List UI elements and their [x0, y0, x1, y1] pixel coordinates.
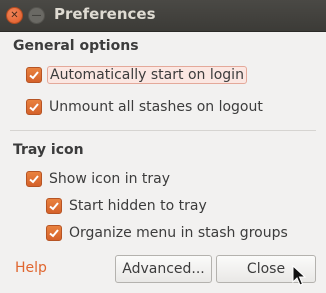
advanced-button[interactable]: Advanced... [115, 255, 212, 283]
organize-menu-checkbox-row[interactable]: Organize menu in stash groups [46, 222, 290, 244]
general-options-heading: General options [13, 38, 139, 54]
start-hidden-checkbox[interactable] [46, 198, 62, 214]
mouse-cursor-icon [292, 265, 306, 286]
auto-start-checkbox-row[interactable]: Automatically start on login [26, 64, 247, 86]
unmount-on-logout-checkbox[interactable] [26, 99, 42, 115]
title-bar[interactable]: ✕ — Preferences [0, 0, 326, 32]
unmount-on-logout-label: Unmount all stashes on logout [49, 99, 263, 115]
close-window-button[interactable]: ✕ [6, 7, 23, 24]
start-hidden-checkbox-row[interactable]: Start hidden to tray [46, 195, 209, 217]
minimize-window-button[interactable]: — [28, 7, 45, 24]
show-in-tray-label: Show icon in tray [49, 171, 171, 187]
preferences-window: ✕ — Preferences General options Automati… [0, 0, 326, 293]
auto-start-label: Automatically start on login [47, 66, 247, 84]
tray-icon-heading: Tray icon [13, 142, 84, 158]
checkmark-icon [29, 71, 39, 80]
organize-menu-checkbox[interactable] [46, 225, 62, 241]
checkmark-icon [49, 202, 59, 211]
window-title: Preferences [54, 5, 156, 23]
show-in-tray-checkbox-row[interactable]: Show icon in tray [26, 168, 172, 190]
checkmark-icon [29, 103, 39, 112]
help-link[interactable]: Help [15, 260, 47, 276]
section-separator [10, 130, 316, 131]
checkmark-icon [49, 229, 59, 238]
show-in-tray-checkbox[interactable] [26, 171, 42, 187]
start-hidden-label: Start hidden to tray [69, 198, 207, 214]
minimize-icon: — [31, 9, 42, 21]
auto-start-checkbox[interactable] [26, 67, 42, 83]
close-icon: ✕ [10, 9, 19, 21]
organize-menu-label: Organize menu in stash groups [69, 225, 288, 241]
unmount-on-logout-checkbox-row[interactable]: Unmount all stashes on logout [26, 96, 265, 118]
checkmark-icon [29, 175, 39, 184]
